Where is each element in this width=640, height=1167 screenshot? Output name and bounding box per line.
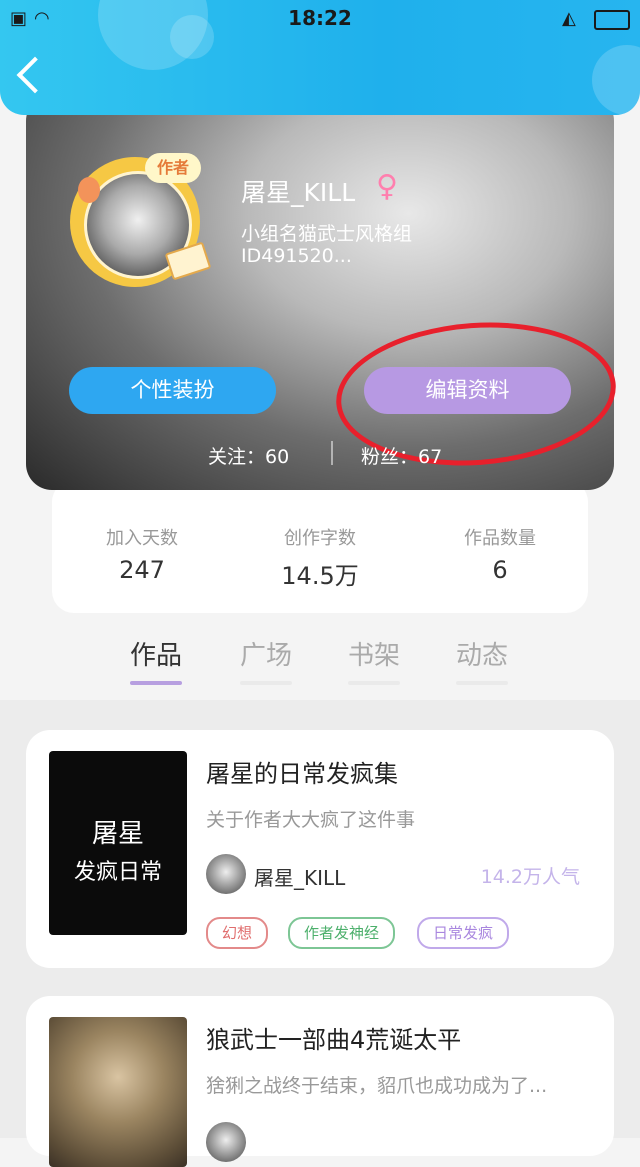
stat-value: 247	[119, 556, 165, 584]
female-icon: ♀	[376, 169, 398, 204]
tab-bookshelf[interactable]: 书架	[334, 635, 414, 672]
work-description: 猞猁之战终于结束，貂爪也成功成为了...	[206, 1075, 548, 1097]
follow-count[interactable]: 关注：60	[208, 442, 289, 469]
stat-label: 创作字数	[284, 528, 356, 549]
user-id: ID491520...	[241, 245, 352, 267]
dress-up-button[interactable]: 个性装扮	[69, 367, 276, 414]
tag-daily-crazy[interactable]: 日常发疯	[417, 917, 510, 949]
work-card[interactable]: 屠星 发疯日常 屠星的日常发疯集 关于作者大大疯了这件事 屠星_KILL 14.…	[26, 730, 614, 968]
stat-join-days: 加入天数 247	[52, 524, 232, 584]
username: 屠星_KILL	[241, 178, 356, 207]
cover-text: 发疯日常	[73, 860, 162, 885]
work-popularity: 14.2万人气	[480, 866, 580, 888]
profile-card: 作者 屠星_KILL ♀ 小组名猫武士风格组 ID491520... 个性装扮 …	[26, 95, 621, 490]
status-bar: ▣ ◠ 18:22 ◭	[0, 0, 640, 36]
tag-author-crazy[interactable]: 作者发神经	[288, 917, 396, 949]
group-name: 小组名猫武士风格组	[241, 223, 413, 245]
tab-bar: 作品 广场 书架 动态	[0, 615, 640, 700]
tab-indicator	[240, 681, 292, 685]
header-bar: ▣ ◠ 18:22 ◭	[0, 0, 640, 115]
work-title[interactable]: 屠星的日常发疯集	[206, 754, 398, 789]
stat-works-count: 作品数量 6	[410, 524, 590, 584]
tab-indicator	[348, 681, 400, 685]
back-icon[interactable]	[16, 56, 54, 94]
stat-value: 6	[492, 556, 508, 584]
stat-value: 14.5万	[281, 562, 359, 590]
author-avatar	[206, 1122, 246, 1162]
tab-square[interactable]: 广场	[226, 635, 306, 672]
stat-label: 作品数量	[464, 528, 536, 549]
status-time: 18:22	[288, 6, 352, 30]
work-author: 屠星_KILL	[254, 866, 346, 890]
work-card[interactable]: 狼武士一部曲4荒诞太平 猞猁之战终于结束，貂爪也成功成为了...	[26, 996, 614, 1167]
tag-fantasy[interactable]: 幻想	[206, 917, 269, 949]
stat-label: 加入天数	[106, 528, 178, 549]
tab-works[interactable]: 作品	[116, 635, 196, 672]
decor-bubble	[592, 45, 640, 115]
fans-count[interactable]: 粉丝：67	[361, 442, 442, 469]
avatar[interactable]: 作者	[70, 153, 212, 287]
stats-card: 加入天数 247 创作字数 14.5万 作品数量 6	[52, 480, 588, 613]
author-avatar	[206, 854, 246, 894]
work-description: 关于作者大大疯了这件事	[206, 809, 416, 831]
battery-icon	[594, 10, 630, 30]
divider	[331, 441, 333, 465]
wolf-cover-image[interactable]	[49, 1017, 187, 1167]
cover-text: 屠星	[91, 819, 144, 849]
tab-activity[interactable]: 动态	[442, 635, 522, 672]
tab-indicator	[130, 681, 182, 685]
author-badge: 作者	[145, 153, 201, 183]
tab-indicator	[456, 681, 508, 685]
balloon-icon	[78, 177, 100, 203]
stat-word-count: 创作字数 14.5万	[230, 524, 410, 591]
mute-bell-icon: ◭	[562, 8, 576, 29]
work-cover[interactable]: 屠星 发疯日常	[49, 751, 187, 935]
work-title[interactable]: 狼武士一部曲4荒诞太平	[206, 1020, 461, 1055]
